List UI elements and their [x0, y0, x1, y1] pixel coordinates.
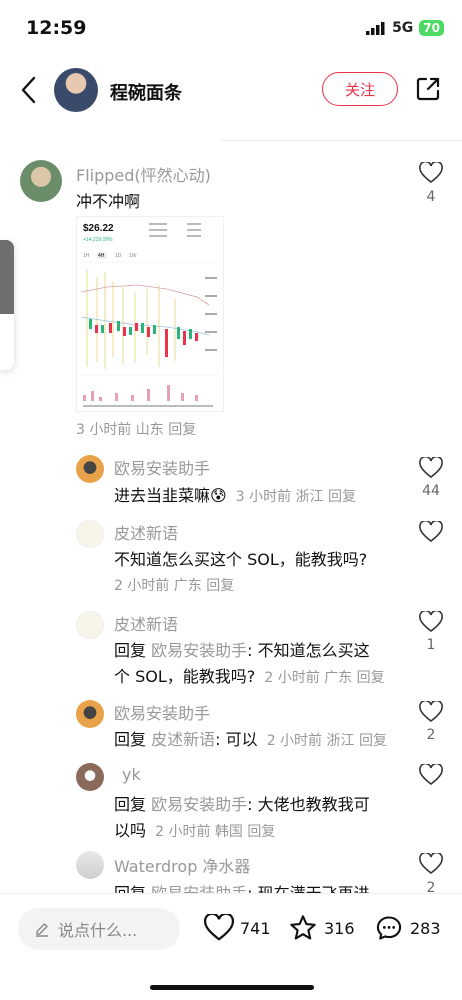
comment-meta: 2 小时前 广东 回复: [264, 670, 385, 686]
like-icon[interactable]: [419, 611, 443, 633]
comment-text: 冲不冲啊: [76, 192, 141, 211]
comment-avatar[interactable]: [20, 160, 62, 202]
comment-text: 回复 欧易安装助手: 不知道怎么买这: [114, 637, 370, 661]
chart-change: +14,219.09%: [83, 237, 113, 243]
comment-meta: 2 小时前 韩国 回复: [155, 824, 276, 840]
pencil-icon: [36, 923, 48, 937]
reply-prefix: 回复: [114, 641, 147, 660]
bottom-divider-line: [0, 893, 462, 894]
comment-avatar[interactable]: [76, 520, 104, 548]
chart-tab-active: 4H: [98, 253, 105, 259]
comment-avatar[interactable]: [76, 455, 104, 483]
like-count: 4: [426, 189, 436, 205]
like-icon[interactable]: [419, 162, 443, 184]
comment-text-content: 进去当韭菜嘛😰: [114, 486, 227, 505]
like-total: 741: [240, 918, 271, 938]
comment-meta: 2 小时前 浙江 回复: [266, 733, 387, 749]
comment-image-chart[interactable]: $26.22 +14,219.09% 1H 4H 1D 1W: [76, 216, 224, 412]
like-icon[interactable]: [419, 853, 443, 875]
status-time: 12:59: [26, 17, 87, 39]
side-floating-tab[interactable]: [0, 240, 14, 370]
chart-tab: 1H: [83, 253, 90, 259]
signal-icon: [366, 21, 385, 35]
comment-text: 进去当韭菜嘛😰 3 小时前 浙江 回复: [114, 482, 356, 506]
comment-text: 不知道怎么买这个 SOL，能教我吗?: [114, 550, 368, 569]
like-button[interactable]: 741: [204, 914, 271, 942]
reply-prefix: 回复: [114, 795, 147, 814]
comment-text-line2: 个 SOL，能教我吗? 2 小时前 广东 回复: [114, 663, 385, 687]
comments-button[interactable]: 283: [374, 914, 441, 942]
author-avatar[interactable]: [54, 68, 98, 112]
comment-author[interactable]: 皮述新语: [114, 611, 178, 635]
chart-price: $26.22: [83, 223, 114, 234]
comment-text: 回复 欧易安装助手: 现在满天飞再进: [114, 880, 370, 894]
comment-author[interactable]: 皮述新语: [114, 520, 178, 544]
favorite-button[interactable]: 316: [288, 914, 355, 942]
favorite-total: 316: [324, 918, 355, 938]
comment-text: 回复 皮述新语: 可以 2 小时前 浙江 回复: [114, 726, 387, 750]
comment-text: 回复 欧易安装助手: 大佬也教教我可: [114, 791, 370, 815]
like-icon[interactable]: [419, 457, 443, 479]
like-count: 2: [426, 727, 436, 743]
chart-tab: 1W: [129, 253, 137, 259]
header-divider: [220, 140, 462, 141]
comment-avatar[interactable]: [76, 700, 104, 728]
reply-target[interactable]: 皮述新语: [151, 730, 215, 749]
reply-target[interactable]: 欧易安装助手: [151, 795, 247, 814]
comment-bubble-icon: [376, 916, 402, 940]
reply-prefix: 回复: [114, 730, 147, 749]
comment-avatar[interactable]: [76, 851, 104, 879]
like-icon[interactable]: [419, 701, 443, 723]
status-indicators: 5G 70: [366, 20, 444, 36]
comment-author[interactable]: yk: [122, 765, 141, 784]
comment-text-content: 个 SOL，能教我吗?: [114, 667, 256, 686]
like-count: 1: [426, 637, 436, 653]
comment-author[interactable]: Waterdrop 净水器: [114, 853, 250, 877]
comment-avatar[interactable]: [76, 763, 104, 791]
author-name[interactable]: 程碗面条: [110, 79, 182, 105]
comment-meta: 3 小时前 浙江 回复: [235, 489, 357, 505]
comment-author[interactable]: Flipped(怦然心动): [76, 162, 211, 186]
comment-meta: 3 小时前 山东 回复: [76, 422, 197, 438]
back-icon[interactable]: [14, 72, 44, 108]
like-count: 2: [426, 880, 436, 894]
comment-text-content: : 不知道怎么买这: [247, 641, 370, 660]
comment-total: 283: [410, 918, 441, 938]
battery-icon: 70: [419, 20, 444, 36]
network-label: 5G: [392, 20, 414, 36]
comment-meta: 2 小时前 广东 回复: [114, 578, 235, 594]
home-indicator: [150, 985, 314, 990]
like-count: 44: [422, 483, 440, 499]
like-icon[interactable]: [419, 764, 443, 786]
reply-target[interactable]: 欧易安装助手: [151, 641, 247, 660]
comment-author[interactable]: 欧易安装助手: [114, 455, 210, 479]
like-icon[interactable]: [419, 521, 443, 543]
comment-input[interactable]: 说点什么...: [18, 908, 180, 950]
share-icon[interactable]: [414, 75, 442, 103]
comment-avatar[interactable]: [76, 611, 104, 639]
comment-text-content: 以吗: [114, 821, 147, 840]
heart-icon: [204, 914, 234, 941]
star-icon: [290, 915, 316, 940]
comment-input-placeholder: 说点什么...: [58, 921, 138, 940]
chart-tab: 1D: [115, 253, 122, 259]
comment-author[interactable]: 欧易安装助手: [114, 700, 210, 724]
comment-text-line2: 以吗 2 小时前 韩国 回复: [114, 817, 275, 841]
comment-text-content: : 可以: [215, 730, 258, 749]
follow-button[interactable]: 关注: [322, 72, 398, 106]
comment-text-content: : 大佬也教教我可: [247, 795, 370, 814]
